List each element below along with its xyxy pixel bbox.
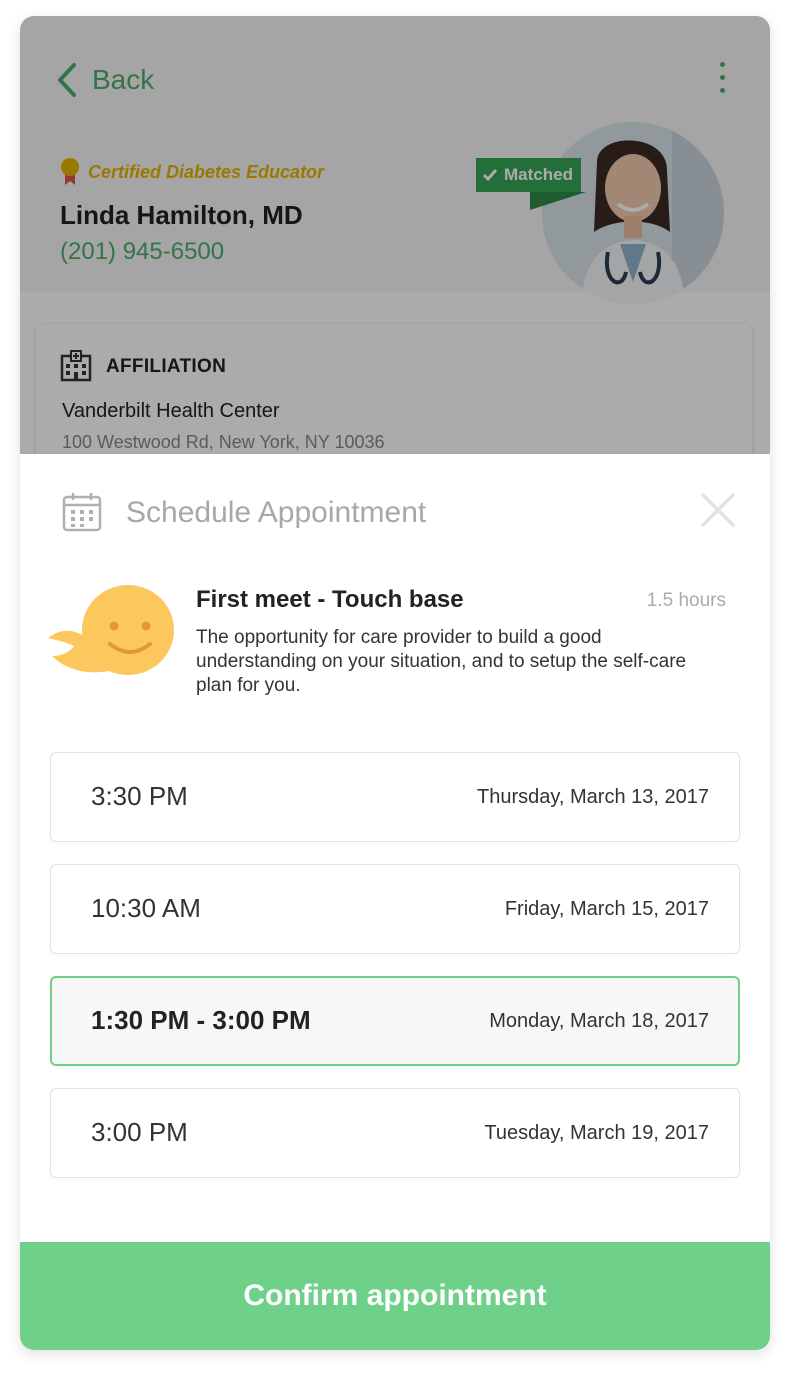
smiley-mascot xyxy=(48,585,174,675)
modal-backdrop[interactable] xyxy=(20,16,770,456)
calendar-icon xyxy=(62,493,102,532)
meeting-duration: 1.5 hours xyxy=(646,590,726,611)
slot-date: Friday, March 15, 2017 xyxy=(504,898,709,920)
slot-time: 3:30 PM xyxy=(91,781,188,811)
slot-date: Monday, March 18, 2017 xyxy=(489,1010,709,1032)
close-icon[interactable] xyxy=(700,492,736,528)
schedule-sheet: Schedule Appointment First meet - Touch … xyxy=(20,454,770,1350)
slot-time: 1:30 PM - 3:00 PM xyxy=(91,1005,311,1035)
sheet-title: Schedule Appointment xyxy=(126,496,427,529)
app-screen: Back Certified Diabetes Educator Linda H… xyxy=(20,16,770,1350)
slot-date: Thursday, March 13, 2017 xyxy=(477,786,709,808)
meeting-description: The opportunity for care provider to bui… xyxy=(196,627,687,696)
meeting-title: First meet - Touch base xyxy=(196,586,464,613)
time-slot-option[interactable]: 3:00 PM Tuesday, March 19, 2017 xyxy=(50,1088,740,1178)
time-slot-option[interactable]: 10:30 AM Friday, March 15, 2017 xyxy=(50,864,740,954)
time-slot-option-selected[interactable]: 1:30 PM - 3:00 PM Monday, March 18, 2017 xyxy=(50,976,740,1066)
slot-time: 10:30 AM xyxy=(91,893,201,923)
slot-time: 3:00 PM xyxy=(91,1117,188,1147)
time-slot-option[interactable]: 3:30 PM Thursday, March 13, 2017 xyxy=(50,752,740,842)
provider-profile: Back Certified Diabetes Educator Linda H… xyxy=(20,16,770,524)
confirm-appointment-button[interactable]: Confirm appointment xyxy=(20,1242,770,1350)
slot-date: Tuesday, March 19, 2017 xyxy=(484,1122,709,1144)
